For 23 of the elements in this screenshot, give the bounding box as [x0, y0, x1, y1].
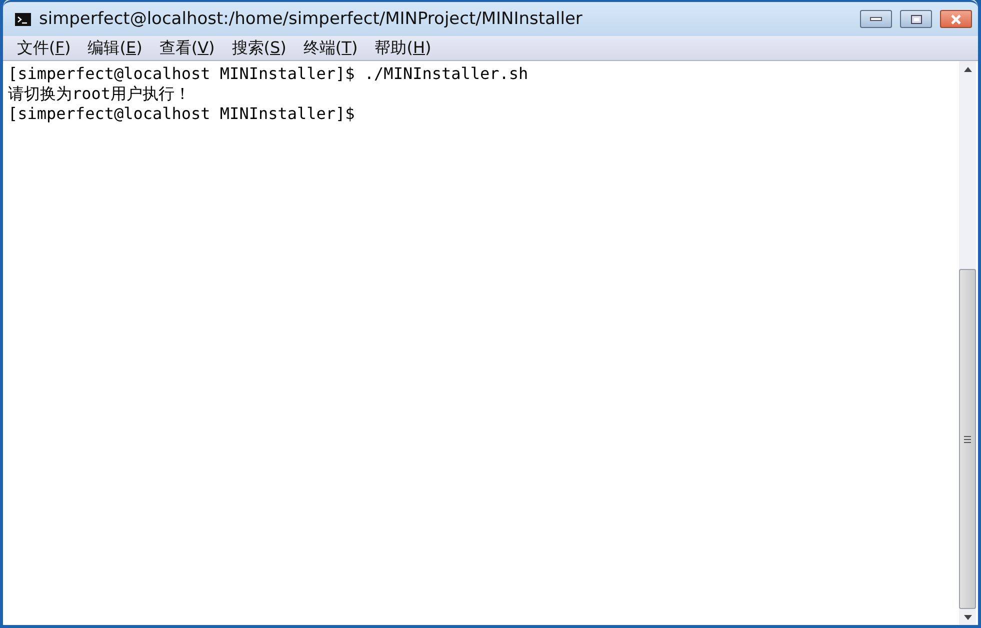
- close-icon: [950, 14, 962, 24]
- scrollbar[interactable]: [959, 61, 976, 625]
- scroll-thumb[interactable]: [959, 269, 976, 609]
- menu-item[interactable]: 文件(F): [17, 38, 71, 58]
- terminal-line: [simperfect@localhost MINInstaller]$: [8, 104, 356, 124]
- terminal-line: [simperfect@localhost MINInstaller]$ ./MINInstaller.sh: [8, 64, 530, 84]
- menu-item[interactable]: 帮助(H): [374, 38, 432, 58]
- menu-item[interactable]: 终端(T): [303, 38, 358, 58]
- close-button[interactable]: [940, 10, 972, 28]
- minimize-button[interactable]: [860, 10, 892, 28]
- maximize-button[interactable]: [900, 10, 932, 28]
- maximize-icon: [910, 14, 922, 24]
- grip-icon: [964, 436, 971, 442]
- menu-item[interactable]: 查看(V): [159, 38, 215, 58]
- minimize-icon: [870, 17, 882, 21]
- scroll-down-icon[interactable]: [964, 614, 972, 620]
- menu-item[interactable]: 编辑(E): [88, 38, 142, 58]
- terminal-line: 请切换为root用户执行！: [8, 84, 192, 104]
- menu-item[interactable]: 搜索(S): [232, 38, 286, 58]
- scroll-up-icon[interactable]: [964, 66, 972, 72]
- terminal-icon: [15, 12, 31, 26]
- window-title: simperfect@localhost:/home/simperfect/MINProject/MINInstaller: [39, 9, 584, 29]
- terminal-output[interactable]: [simperfect@localhost MINInstaller]$ ./MINInstaller.sh 请切换为root用户执行！ [simperfect@localhost MINInstaller]$: [3, 61, 959, 625]
